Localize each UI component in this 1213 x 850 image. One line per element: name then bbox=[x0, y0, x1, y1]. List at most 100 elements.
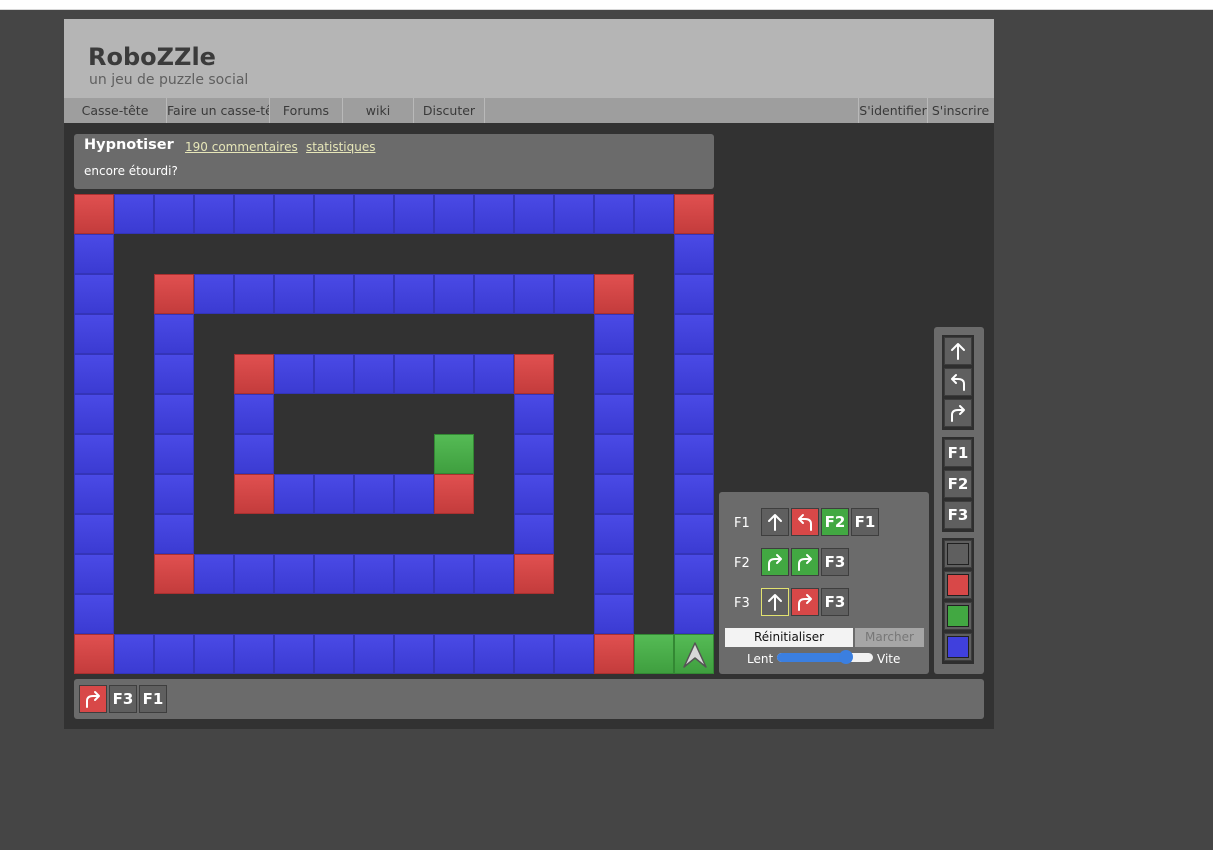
statistics-link[interactable]: statistiques bbox=[306, 140, 376, 154]
board-tile bbox=[354, 354, 394, 394]
board-tile bbox=[474, 194, 514, 234]
board-tile bbox=[234, 194, 274, 234]
up-arrow-icon bbox=[945, 341, 971, 361]
right-command-slot[interactable] bbox=[761, 548, 789, 576]
board-tile bbox=[394, 274, 434, 314]
palette-f2-button[interactable]: F2 bbox=[944, 470, 972, 498]
call-f3-slot[interactable]: F3 bbox=[821, 588, 849, 616]
palette-f3-button[interactable]: F3 bbox=[944, 501, 972, 529]
board-tile bbox=[314, 554, 354, 594]
reset-button[interactable]: Réinitialiser bbox=[725, 628, 853, 647]
stack-call-f3-slot[interactable]: F3 bbox=[109, 685, 137, 713]
board-tile bbox=[594, 634, 634, 674]
speed-slider[interactable] bbox=[777, 650, 873, 664]
speed-fast-label: Vite bbox=[877, 652, 901, 666]
board-tile bbox=[234, 434, 274, 474]
board-tile bbox=[394, 554, 434, 594]
call-f1-slot[interactable]: F1 bbox=[851, 508, 879, 536]
board-tile bbox=[154, 434, 194, 474]
board-tile bbox=[154, 394, 194, 434]
board-tile bbox=[634, 194, 674, 234]
board-tile bbox=[74, 194, 114, 234]
forward-command-slot[interactable] bbox=[761, 588, 789, 616]
board-tile bbox=[314, 274, 354, 314]
left-command-slot[interactable] bbox=[791, 508, 819, 536]
palette-color-red[interactable] bbox=[944, 571, 972, 599]
palette-color-gray[interactable] bbox=[944, 540, 972, 568]
board-tile bbox=[514, 434, 554, 474]
board-tile bbox=[594, 274, 634, 314]
nav-item-create-puzzle[interactable]: Faire un casse-tête bbox=[167, 98, 270, 123]
board-tile bbox=[674, 554, 714, 594]
palette-right-button[interactable] bbox=[944, 399, 972, 427]
board-tile bbox=[514, 554, 554, 594]
site-title[interactable]: RoboZZle bbox=[88, 43, 216, 71]
board-tile bbox=[594, 554, 634, 594]
turn-right-icon bbox=[792, 552, 818, 572]
board-tile bbox=[674, 394, 714, 434]
puzzle-info: Hypnotiser 190 commentaires statistiques… bbox=[74, 134, 714, 189]
board-tile bbox=[634, 634, 674, 674]
board-tile bbox=[354, 274, 394, 314]
board-tile bbox=[74, 394, 114, 434]
board-tile bbox=[234, 474, 274, 514]
nav-item-chat[interactable]: Discuter bbox=[414, 98, 485, 123]
step-button[interactable]: Marcher bbox=[855, 628, 924, 647]
turn-right-icon bbox=[945, 403, 971, 423]
stack-right-command-slot[interactable] bbox=[79, 685, 107, 713]
palette-f1-button[interactable]: F1 bbox=[944, 439, 972, 467]
nav-item-forums[interactable]: Forums bbox=[270, 98, 343, 123]
board-tile bbox=[474, 274, 514, 314]
comments-link[interactable]: 190 commentaires bbox=[185, 140, 298, 154]
right-command-slot[interactable] bbox=[791, 548, 819, 576]
board-tile bbox=[674, 354, 714, 394]
red-color-swatch bbox=[947, 574, 969, 596]
board-tile bbox=[234, 554, 274, 594]
site-header: RoboZZle un jeu de puzzle social bbox=[64, 19, 994, 98]
palette-color-blue[interactable] bbox=[944, 633, 972, 661]
board-tile bbox=[514, 394, 554, 434]
board-tile bbox=[194, 274, 234, 314]
board-tile bbox=[674, 194, 714, 234]
nav-item-puzzles[interactable]: Casse-tête bbox=[64, 98, 167, 123]
stack-call-f1-slot[interactable]: F1 bbox=[139, 685, 167, 713]
board-tile bbox=[234, 394, 274, 434]
board-tile bbox=[594, 434, 634, 474]
board-tile bbox=[594, 594, 634, 634]
call-f3-slot[interactable]: F3 bbox=[821, 548, 849, 576]
nav-item-wiki[interactable]: wiki bbox=[343, 98, 414, 123]
board-tile bbox=[674, 514, 714, 554]
call-f2-slot[interactable]: F2 bbox=[821, 508, 849, 536]
board-tile bbox=[514, 634, 554, 674]
forward-command-slot[interactable] bbox=[761, 508, 789, 536]
board-tile bbox=[154, 194, 194, 234]
board-tile bbox=[434, 354, 474, 394]
board-tile bbox=[594, 314, 634, 354]
board-tile bbox=[434, 634, 474, 674]
board-tile bbox=[274, 354, 314, 394]
browser-top-strip bbox=[0, 0, 1213, 10]
robot-tile bbox=[674, 634, 714, 674]
palette-forward-button[interactable] bbox=[944, 337, 972, 365]
board-tile bbox=[74, 434, 114, 474]
board-tile bbox=[274, 194, 314, 234]
board-tile bbox=[274, 274, 314, 314]
board-tile bbox=[394, 194, 434, 234]
right-command-slot[interactable] bbox=[791, 588, 819, 616]
board-tile bbox=[74, 314, 114, 354]
palette-color-green[interactable] bbox=[944, 602, 972, 630]
board-tile bbox=[354, 474, 394, 514]
board-tile bbox=[154, 314, 194, 354]
palette-group bbox=[942, 538, 974, 664]
board-tile bbox=[554, 634, 594, 674]
board-tile bbox=[234, 274, 274, 314]
speed-slider-knob[interactable] bbox=[839, 650, 854, 664]
nav-item-register[interactable]: S'inscrire bbox=[928, 98, 993, 123]
board-tile bbox=[74, 634, 114, 674]
board-tile bbox=[434, 554, 474, 594]
board-tile bbox=[594, 474, 634, 514]
palette-left-button[interactable] bbox=[944, 368, 972, 396]
board-tile bbox=[594, 394, 634, 434]
board-tile bbox=[474, 554, 514, 594]
nav-item-login[interactable]: S'identifier bbox=[858, 98, 928, 123]
